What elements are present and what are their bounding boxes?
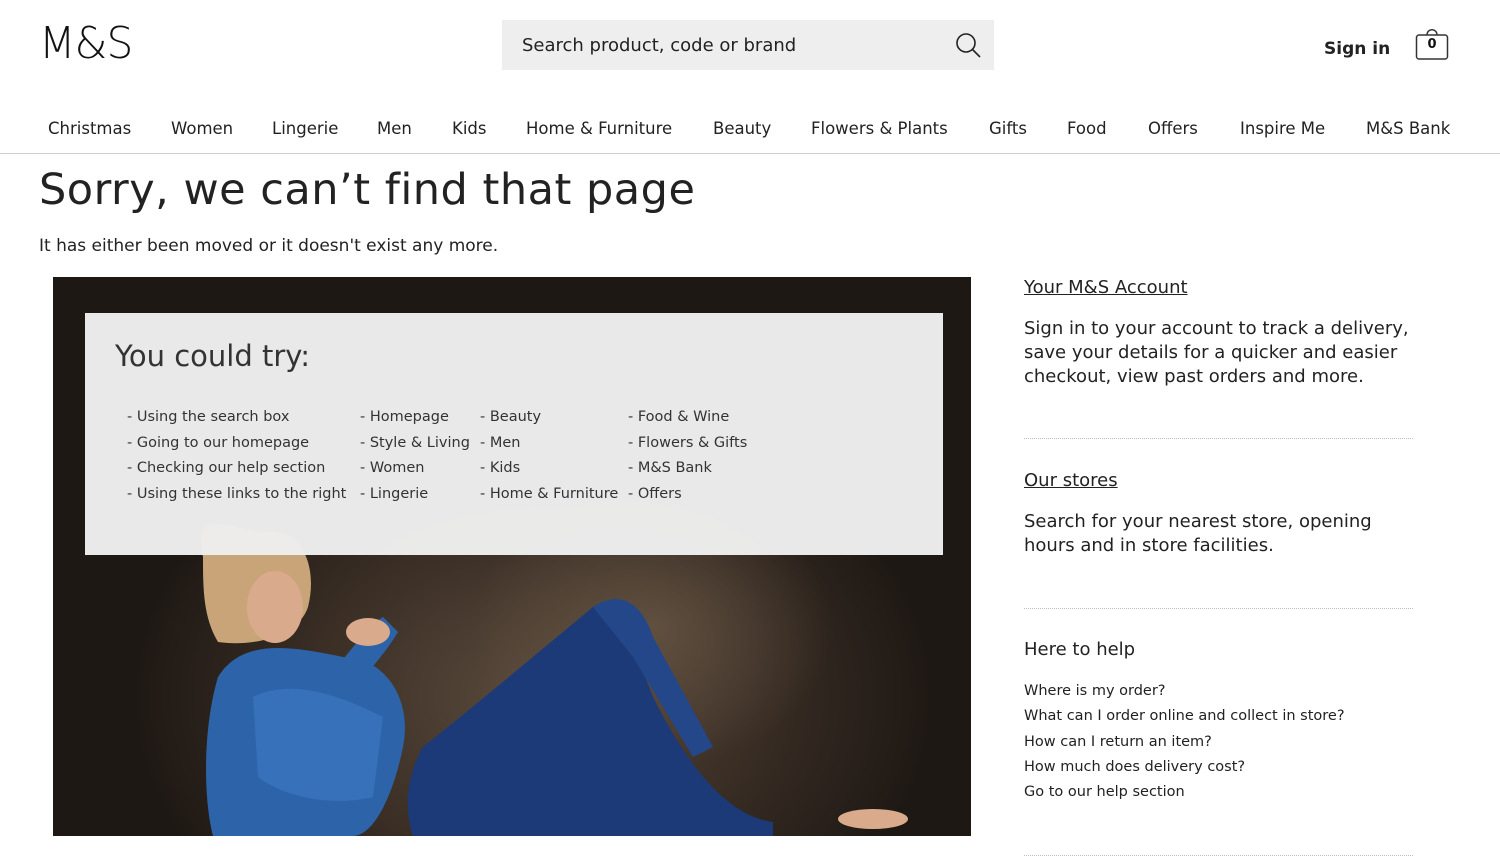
nav-flowers-plants[interactable]: Flowers & Plants [811, 119, 948, 138]
suggestion-link[interactable]: - M&S Bank [628, 456, 747, 482]
divider [1024, 608, 1413, 609]
nav-inspire-me[interactable]: Inspire Me [1240, 119, 1325, 138]
help-link[interactable]: How can I return an item? [1024, 730, 1414, 755]
bag-count: 0 [1427, 37, 1437, 52]
suggestion-link[interactable]: - Homepage [360, 405, 470, 431]
suggestion-link[interactable]: - Food & Wine [628, 405, 747, 431]
suggestion-link[interactable]: - Beauty [480, 405, 618, 431]
suggestion-link[interactable]: - Flowers & Gifts [628, 431, 747, 457]
help-title: Here to help [1024, 639, 1136, 660]
help-links: Where is my order? What can I order onli… [1024, 679, 1414, 805]
nav-offers[interactable]: Offers [1148, 119, 1198, 138]
nav-gifts[interactable]: Gifts [989, 119, 1027, 138]
nav-women[interactable]: Women [171, 119, 233, 138]
suggestion-link[interactable]: - Offers [628, 482, 747, 508]
suggestion-link[interactable]: - Lingerie [360, 482, 470, 508]
suggestion-link[interactable]: - Style & Living [360, 431, 470, 457]
help-section: Here to help Where is my order? What can… [1024, 639, 1414, 805]
main-nav: Christmas Women Lingerie Men Kids Home &… [0, 105, 1500, 154]
help-link[interactable]: What can I order online and collect in s… [1024, 704, 1414, 729]
stores-link[interactable]: Our stores [1024, 470, 1118, 491]
ms-logo[interactable]: M&S [39, 22, 133, 66]
suggestion-link[interactable]: - Men [480, 431, 618, 457]
search-input[interactable] [502, 20, 922, 70]
tip-item: - Checking our help section [127, 460, 326, 476]
nav-home-furniture[interactable]: Home & Furniture [526, 119, 672, 138]
divider [1024, 855, 1413, 856]
suggestions-panel: You could try: - Using the search box - … [85, 313, 943, 555]
search-bar [502, 20, 994, 70]
account-link[interactable]: Your M&S Account [1024, 277, 1188, 298]
page-title: Sorry, we can’t find that page [39, 165, 696, 215]
nav-ms-bank[interactable]: M&S Bank [1366, 119, 1450, 138]
help-link[interactable]: Go to our help section [1024, 780, 1414, 805]
help-link[interactable]: Where is my order? [1024, 679, 1414, 704]
nav-kids[interactable]: Kids [452, 119, 486, 138]
suggestion-link[interactable]: - Home & Furniture [480, 482, 618, 508]
tip-item: - Going to our homepage [127, 434, 310, 451]
page-subtitle: It has either been moved or it doesn't e… [39, 236, 499, 256]
nav-lingerie[interactable]: Lingerie [272, 119, 338, 138]
nav-christmas[interactable]: Christmas [48, 119, 131, 138]
shopping-bag-button[interactable]: 0 [1414, 24, 1450, 62]
help-link[interactable]: How much does delivery cost? [1024, 755, 1414, 780]
tip-item: - Using these links to the right [127, 485, 347, 502]
suggestions-links-3: - Food & Wine - Flowers & Gifts - M&S Ba… [628, 405, 747, 507]
tip-item: - Using the search box [127, 409, 290, 425]
suggestions-tips: - Using the search box - Going to our ho… [127, 405, 346, 507]
nav-food[interactable]: Food [1067, 119, 1107, 138]
suggestions-links-1: - Homepage - Style & Living - Women - Li… [360, 405, 470, 507]
account-section: Your M&S Account Sign in to your account… [1024, 277, 1414, 389]
nav-beauty[interactable]: Beauty [713, 119, 771, 138]
suggestions-title: You could try: [115, 339, 311, 373]
stores-text: Search for your nearest store, opening h… [1024, 511, 1372, 556]
sign-in-link[interactable]: Sign in [1324, 39, 1390, 59]
suggestion-link[interactable]: - Women [360, 456, 470, 482]
suggestions-links-2: - Beauty - Men - Kids - Home & Furniture [480, 405, 618, 507]
suggestion-link[interactable]: - Kids [480, 456, 618, 482]
nav-men[interactable]: Men [377, 119, 412, 138]
hero-image: You could try: - Using the search box - … [53, 277, 971, 836]
account-text: Sign in to your account to track a deliv… [1024, 318, 1409, 387]
search-icon[interactable] [954, 31, 982, 59]
stores-section: Our stores Search for your nearest store… [1024, 470, 1414, 558]
divider [1024, 438, 1413, 439]
